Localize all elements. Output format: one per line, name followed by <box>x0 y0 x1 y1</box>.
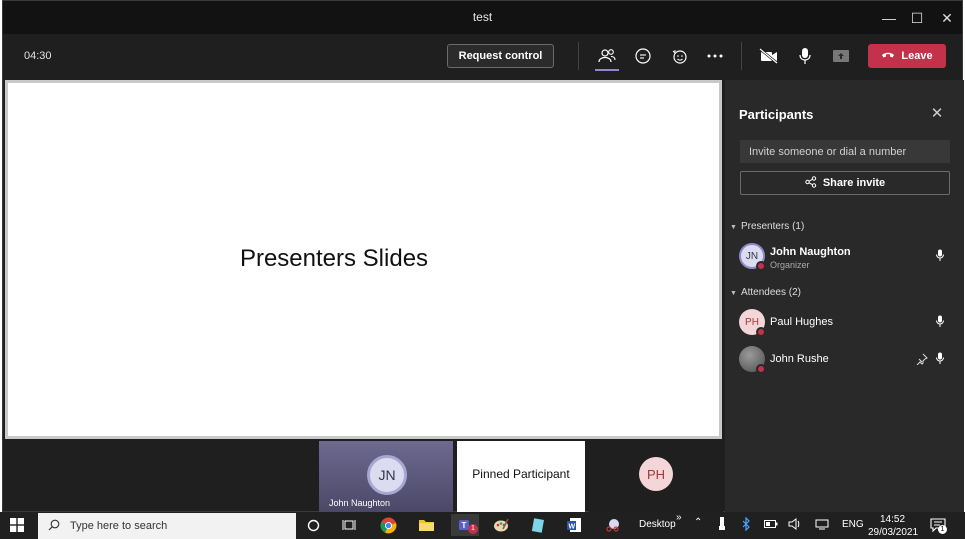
participants-icon[interactable] <box>595 44 619 68</box>
cortana-icon[interactable] <box>302 514 324 536</box>
meeting-toolbar: 04:30 Request control Leave <box>3 34 962 80</box>
notifications-icon[interactable]: 1 <box>930 517 947 536</box>
video-tile-john-naughton[interactable]: JN John Naughton <box>319 441 453 513</box>
video-tile-pinned-participant[interactable]: Pinned Participant <box>457 441 585 513</box>
pin-icon[interactable] <box>916 352 928 370</box>
volume-icon[interactable] <box>788 518 801 533</box>
share-invite-button[interactable]: Share invite <box>740 171 950 195</box>
slide-title: Presenters Slides <box>239 245 429 272</box>
avatar: JN <box>367 455 407 495</box>
chevron-down-icon: ▼ <box>730 290 737 297</box>
microphone-icon <box>935 352 945 370</box>
title-bar: test — ☐ ✕ <box>3 1 962 34</box>
meeting-timer: 04:30 <box>24 50 52 62</box>
more-options-icon[interactable] <box>703 44 727 68</box>
participant-row-john-naughton[interactable]: JN John Naughton Organizer <box>739 243 949 275</box>
active-tab-indicator <box>595 69 619 71</box>
word-icon[interactable]: W <box>563 514 585 536</box>
chevron-up-icon[interactable]: ⌃ <box>694 517 702 528</box>
svg-text:W: W <box>569 524 576 531</box>
status-icon <box>756 327 766 337</box>
usb-device-icon[interactable] <box>718 517 726 534</box>
share-icon <box>805 175 817 191</box>
participant-name: John Rushe <box>770 353 829 365</box>
pinned-label: Pinned Participant <box>472 467 570 481</box>
shared-content-stage: Presenters Slides <box>5 80 722 439</box>
teams-badge: 1 <box>468 524 478 534</box>
request-control-button[interactable]: Request control <box>447 44 554 68</box>
invite-input[interactable] <box>740 140 950 163</box>
paint-icon[interactable] <box>490 514 512 536</box>
share-invite-label: Share invite <box>822 177 886 189</box>
chat-icon[interactable] <box>631 44 655 68</box>
task-view-icon[interactable] <box>338 514 360 536</box>
presenters-header-label: Presenters (1) <box>740 221 805 232</box>
bluetooth-icon[interactable] <box>742 516 750 534</box>
microphone-icon <box>935 315 945 333</box>
chevron-down-icon: ▼ <box>730 224 737 231</box>
search-icon <box>48 519 60 534</box>
file-explorer-icon[interactable] <box>415 514 437 536</box>
clock-date[interactable]: 29/03/2021 <box>868 527 918 538</box>
toolbar-divider <box>578 42 579 70</box>
status-icon <box>756 261 766 271</box>
maximize-button[interactable]: ☐ <box>903 7 931 29</box>
clock-time[interactable]: 14:52 <box>880 514 905 525</box>
camera-off-icon[interactable] <box>757 44 781 68</box>
avatar: PH <box>639 457 673 491</box>
participant-name: Paul Hughes <box>770 316 833 328</box>
status-icon <box>756 364 766 374</box>
svg-text:T: T <box>462 521 467 530</box>
participants-panel: Participants ✕ Share invite ▼Presenters … <box>725 80 964 513</box>
desktop-toolbar-label[interactable]: Desktop <box>639 519 676 530</box>
search-placeholder: Type here to search <box>70 520 168 532</box>
participant-row-john-rushe[interactable]: John Rushe <box>739 346 949 378</box>
leave-label: Leave <box>901 50 933 62</box>
windows-taskbar: Type here to search T 1 W Desktop » ⌃ EN… <box>0 512 965 539</box>
windows-start-icon[interactable] <box>10 518 24 535</box>
battery-icon[interactable] <box>764 520 778 531</box>
teams-icon[interactable]: T 1 <box>451 514 479 536</box>
attendees-section-header[interactable]: ▼ Attendees (2) <box>730 287 801 298</box>
microphone-icon[interactable] <box>793 44 817 68</box>
microphone-icon <box>935 249 945 267</box>
attendees-header-label: Attendees (2) <box>740 287 801 298</box>
share-tray-icon[interactable] <box>829 44 853 68</box>
double-chevron-icon[interactable]: » <box>676 512 682 523</box>
language-indicator[interactable]: ENG <box>842 519 864 530</box>
panel-title: Participants <box>739 107 814 122</box>
presentation-slide: Presenters Slides <box>8 83 719 436</box>
teams-window: test — ☐ ✕ 04:30 Request control Leave P… <box>2 0 964 513</box>
notepad-icon[interactable] <box>527 514 549 536</box>
presenters-section-header[interactable]: ▼ Presenters (1) <box>730 221 804 232</box>
tile-name: John Naughton <box>329 498 391 508</box>
participant-role: Organizer <box>770 260 810 270</box>
participant-row-paul-hughes[interactable]: PH Paul Hughes <box>739 309 949 341</box>
leave-button[interactable]: Leave <box>868 44 946 68</box>
minimize-button[interactable]: — <box>875 7 903 29</box>
close-window-button[interactable]: ✕ <box>933 7 961 29</box>
toolbar-divider <box>741 42 742 70</box>
hang-up-icon <box>881 50 895 62</box>
close-panel-icon[interactable]: ✕ <box>930 106 944 121</box>
chrome-icon[interactable] <box>377 514 399 536</box>
taskbar-search-box[interactable]: Type here to search <box>38 513 296 539</box>
notification-badge: 1 <box>938 525 947 534</box>
participant-name: John Naughton <box>770 246 851 258</box>
window-title: test <box>472 10 493 24</box>
snipping-tool-icon[interactable] <box>602 514 624 536</box>
video-tile-paul-hughes[interactable]: PH <box>589 441 723 513</box>
network-icon[interactable] <box>815 519 829 533</box>
reactions-icon[interactable] <box>667 44 691 68</box>
